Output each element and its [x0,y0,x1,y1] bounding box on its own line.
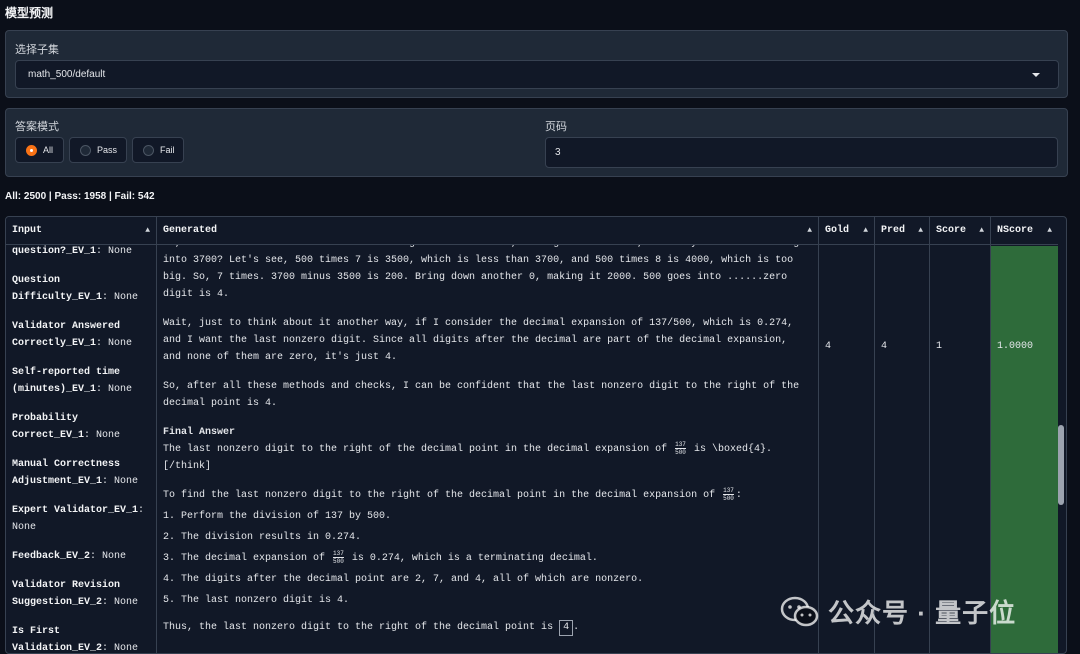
stats-summary: All: 2500 | Pass: 1958 | Fail: 542 [5,191,155,202]
radio-checked-icon [26,145,37,156]
radio-pass[interactable]: Pass [69,137,127,163]
scrollbar-thumb[interactable] [1058,425,1064,505]
header-gold[interactable]: Gold ▲ [819,217,874,245]
input-item: Probability Correct_EV_1: None [12,413,121,441]
radio-fail[interactable]: Fail [132,137,184,163]
page-label: 页码 [545,121,567,133]
page-title: 模型预测 [5,6,54,20]
radio-unchecked-icon [80,145,91,156]
subset-dropdown[interactable]: math_500/default [15,60,1059,89]
column-pred: Pred ▲ 4 [875,217,930,653]
column-input: question?_EV_1: None Question Difficulty… [6,217,157,653]
subset-label: 选择子集 [15,44,59,56]
radio-pass-label: Pass [97,145,118,155]
sort-icon: ▲ [1047,226,1052,235]
input-cell: question?_EV_1: None Question Difficulty… [12,243,154,653]
generated-paragraph: So, after all these methods and checks, … [163,381,800,409]
input-item: Manual Correctness Adjustment_EV_1: None [12,459,139,487]
watermark-text: 公众号 · 量子位 [828,598,1017,628]
sort-icon: ▲ [807,226,812,235]
gold-value: 4 [825,341,832,352]
nscore-fill [991,246,1058,653]
score-value: 1 [936,341,943,352]
input-item: Question Difficulty_EV_1: None [12,275,139,303]
scrollbar[interactable] [1058,247,1064,653]
solution-intro: To find the last nonzero digit to the ri… [163,487,742,503]
generated-cell: So, 2 times. 1370 minus 1000 is 370. Bri… [163,235,808,648]
input-item: question?_EV_1: None [12,246,133,257]
input-item: Validator Revision Suggestion_EV_2: None [12,580,139,608]
wechat-icon [780,596,819,626]
page-number-input[interactable]: 3 [545,137,1058,168]
subset-value: math_500/default [28,69,106,80]
input-item: Validator Answered Correctly_EV_1: None [12,321,133,349]
chevron-down-icon [1032,73,1040,77]
column-gold: Gold ▲ 4 [819,217,875,653]
solution-step: 3. The decimal expansion of 137 500 is 0.… [163,550,598,566]
header-score[interactable]: Score ▲ [930,217,990,245]
subset-panel: 选择子集 math_500/default [5,30,1068,98]
final-answer-block: Final Answer The last nonzero digit to t… [163,427,772,473]
sort-icon: ▲ [918,226,923,235]
results-table: question?_EV_1: None Question Difficulty… [5,216,1067,654]
generated-paragraph: So, 2 times. 1370 minus 1000 is 370. Bri… [163,238,805,300]
header-generated[interactable]: Generated ▲ [157,217,818,245]
column-generated: So, 2 times. 1370 minus 1000 is 370. Bri… [157,217,819,653]
sort-icon: ▲ [979,226,984,235]
solution-step: 4. The digits after the decimal point ar… [163,574,644,586]
boxed-answer: 4 [559,620,574,637]
radio-all[interactable]: All [15,137,64,163]
page-section: 页码 3 [536,109,1069,178]
input-item: Feedback_EV_2: None [12,551,127,562]
final-answer-heading: Final Answer [163,427,236,438]
filter-panel: 答案模式 All Pass Fail 页码 3 [5,108,1068,177]
solution-step: 2. The division results in 0.274. [163,532,362,544]
input-item: Self-reported time (minutes)_EV_1: None [12,367,133,395]
sort-icon: ▲ [145,226,150,235]
input-item: Is First Validation_EV_2: None [12,626,139,653]
watermark: 公众号 · 量子位 [780,593,1016,630]
header-pred[interactable]: Pred ▲ [875,217,929,245]
conclusion: Thus, the last nonzero digit to the righ… [163,619,808,637]
pred-value: 4 [881,341,888,352]
header-input[interactable]: Input ▲ [6,217,156,245]
header-nscore[interactable]: NScore ▲ [991,217,1058,245]
solution-step: 5. The last nonzero digit is 4. [163,595,350,607]
input-item: Expert Validator_EV_1: None [12,505,145,533]
answer-mode-label: 答案模式 [15,121,59,133]
radio-fail-label: Fail [160,145,175,155]
column-score: Score ▲ 1 [930,217,991,653]
fraction: 137 500 [723,487,734,503]
generated-paragraph: Wait, just to think about it another way… [163,318,794,363]
radio-all-label: All [43,145,54,155]
sort-icon: ▲ [863,226,868,235]
fraction: 137 500 [333,550,344,566]
column-nscore: NScore ▲ 1.0000 [991,217,1058,653]
radio-unchecked-icon [143,145,154,156]
fraction: 137 500 [675,441,686,456]
nscore-value: 1.0000 [997,341,1034,352]
solution-step: 1. Perform the division of 137 by 500. [163,511,392,523]
